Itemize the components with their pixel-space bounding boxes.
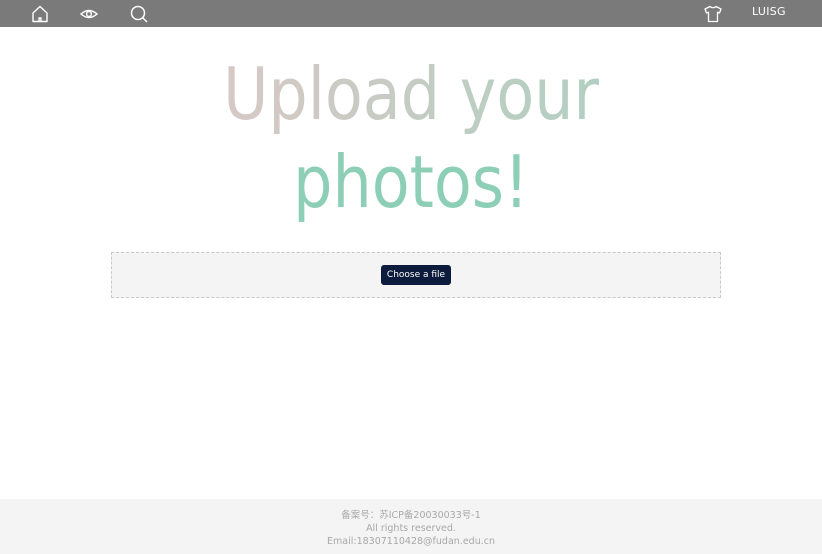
choose-file-button[interactable]: Choose a file [381,265,451,285]
page: LUISG Upload your photos! Choose a file … [0,0,822,554]
page-title: Upload your photos! [58,50,765,226]
title-line-2: photos! [293,140,529,224]
top-navbar: LUISG [0,0,822,27]
footer-email: Email:18307110428@fudan.edu.cn [327,536,495,547]
shirt-icon[interactable] [702,3,724,25]
username-link[interactable]: LUISG [752,5,786,18]
eye-icon[interactable] [78,3,100,25]
search-icon[interactable] [128,3,150,25]
footer-rights: All rights reserved. [366,523,456,534]
footer-icp: 备案号：苏ICP备20030033号-1 [341,510,481,521]
footer: 备案号：苏ICP备20030033号-1 All rights reserved… [0,499,822,554]
upload-dropzone[interactable]: Choose a file [111,252,721,298]
home-icon[interactable] [29,3,51,25]
title-line-1: Upload your [58,50,765,138]
